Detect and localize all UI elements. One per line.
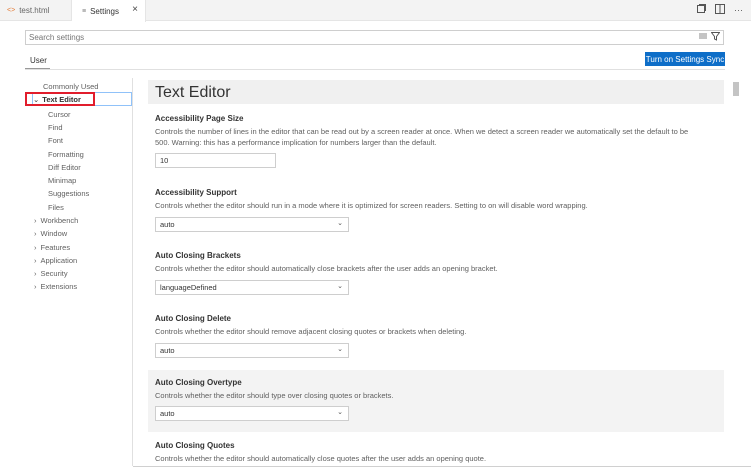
setting-title: Auto Closing Brackets <box>155 251 241 260</box>
toc-label: Workbench <box>40 216 79 225</box>
setting-description: Controls whether the editor should autom… <box>155 264 498 273</box>
toc-item-commonly-used[interactable]: Commonly Used <box>43 82 98 91</box>
search-actions <box>699 32 721 43</box>
section-header: Text Editor <box>148 80 724 104</box>
search-input[interactable] <box>26 31 686 44</box>
user-settings-tab[interactable]: User <box>30 56 47 65</box>
toc-item-files[interactable]: Files <box>48 203 64 212</box>
toc-item-text-editor[interactable]: ⌄ Text Editor <box>33 95 81 104</box>
setting-title: Auto Closing Quotes <box>155 441 235 450</box>
toc-item-minimap[interactable]: Minimap <box>48 176 76 185</box>
setting-title: Accessibility Support <box>155 188 237 197</box>
setting-title: Auto Closing Delete <box>155 314 232 323</box>
clear-filter-icon[interactable] <box>699 32 707 43</box>
filter-icon[interactable] <box>710 32 721 43</box>
setting-auto-closing-brackets: Auto Closing Brackets Controls whether t… <box>148 247 724 303</box>
page-size-input[interactable]: 10 <box>155 153 276 168</box>
select-value: auto <box>160 409 175 418</box>
html-file-icon: <> <box>7 7 16 14</box>
chevron-down-icon: ⌄ <box>33 95 40 104</box>
setting-title: Auto Closing Overtype <box>155 378 242 387</box>
setting-auto-closing-quotes: Auto Closing Quotes Controls whether the… <box>148 436 724 469</box>
split-editor-icon[interactable] <box>715 4 725 16</box>
toc-label: Application <box>40 256 78 265</box>
chevron-right-icon: › <box>34 229 37 238</box>
setting-auto-closing-overtype: Auto Closing Overtype Controls whether t… <box>148 370 724 432</box>
chevron-right-icon: › <box>34 216 37 225</box>
chevron-right-icon: › <box>34 282 37 291</box>
chevron-right-icon: › <box>34 243 37 252</box>
select-value: auto <box>160 220 175 229</box>
toc-label: Security <box>40 269 68 278</box>
editor-tab-bar: <> test.html ≡ Settings × ··· <box>0 0 751 22</box>
tab-test-html[interactable]: <> test.html <box>0 0 72 21</box>
toc-item-workbench[interactable]: › Workbench <box>34 216 78 225</box>
toc-label: Text Editor <box>42 95 81 104</box>
toc-item-extensions[interactable]: › Extensions <box>34 282 77 291</box>
setting-description: Controls whether the editor should remov… <box>155 327 467 336</box>
vertical-scrollbar[interactable] <box>733 82 739 96</box>
auto-closing-delete-select[interactable]: auto ⌄ <box>155 343 349 358</box>
toc-item-suggestions[interactable]: Suggestions <box>48 189 89 198</box>
accessibility-support-select[interactable]: auto ⌄ <box>155 217 349 232</box>
tab-label: test.html <box>19 6 50 15</box>
open-settings-json-icon[interactable] <box>696 4 706 16</box>
editor-actions: ··· <box>696 4 743 16</box>
select-value: auto <box>160 346 175 355</box>
setting-description: Controls whether the editor should run i… <box>155 201 588 210</box>
settings-toc: Commonly Used ⌄ Text Editor Cursor Find F… <box>25 78 132 466</box>
setting-auto-closing-delete: Auto Closing Delete Controls whether the… <box>148 310 724 366</box>
setting-description-line: Controls the number of lines in the edit… <box>155 127 689 136</box>
setting-accessibility-page-size: Accessibility Page Size Controls the num… <box>148 110 724 174</box>
auto-closing-brackets-select[interactable]: languageDefined ⌄ <box>155 280 349 295</box>
section-title: Text Editor <box>155 84 231 101</box>
toc-item-security[interactable]: › Security <box>34 269 68 278</box>
toc-label: Features <box>40 243 71 252</box>
settings-file-icon: ≡ <box>82 7 87 15</box>
toc-item-cursor[interactable]: Cursor <box>48 110 71 119</box>
more-actions-icon[interactable]: ··· <box>734 5 743 15</box>
toc-label: Extensions <box>40 282 78 291</box>
toc-item-application[interactable]: › Application <box>34 256 77 265</box>
chevron-down-icon: ⌄ <box>337 346 343 353</box>
settings-list: Text Editor Accessibility Page Size Cont… <box>148 78 728 469</box>
select-value: languageDefined <box>160 283 217 292</box>
tab-settings[interactable]: ≡ Settings × <box>72 0 146 22</box>
search-settings-box <box>25 30 724 45</box>
setting-description: Controls whether the editor should autom… <box>155 454 487 463</box>
setting-description: Controls whether the editor should type … <box>155 391 394 400</box>
toc-item-features[interactable]: › Features <box>34 243 70 252</box>
tab-label: Settings <box>90 6 119 16</box>
toc-item-formatting[interactable]: Formatting <box>48 150 84 159</box>
toc-item-find[interactable]: Find <box>48 123 63 132</box>
chevron-down-icon: ⌄ <box>337 220 343 227</box>
setting-accessibility-support: Accessibility Support Controls whether t… <box>148 184 724 240</box>
turn-on-settings-sync-button[interactable]: Turn on Settings Sync <box>645 52 725 66</box>
toc-item-window[interactable]: › Window <box>34 229 67 238</box>
setting-description-line: 500. Warning: this has a performance imp… <box>155 138 437 147</box>
close-icon[interactable]: × <box>132 4 138 15</box>
chevron-down-icon: ⌄ <box>337 409 343 416</box>
toc-item-diff-editor[interactable]: Diff Editor <box>48 163 81 172</box>
chevron-right-icon: › <box>34 269 37 278</box>
auto-closing-overtype-select[interactable]: auto ⌄ <box>155 406 349 421</box>
setting-title: Accessibility Page Size <box>155 114 244 123</box>
bottom-divider <box>133 466 751 467</box>
toc-item-font[interactable]: Font <box>48 136 63 145</box>
scope-divider <box>25 69 725 70</box>
chevron-right-icon: › <box>34 256 37 265</box>
toc-label: Window <box>40 229 68 238</box>
toc-divider <box>132 78 133 466</box>
chevron-down-icon: ⌄ <box>337 283 343 290</box>
